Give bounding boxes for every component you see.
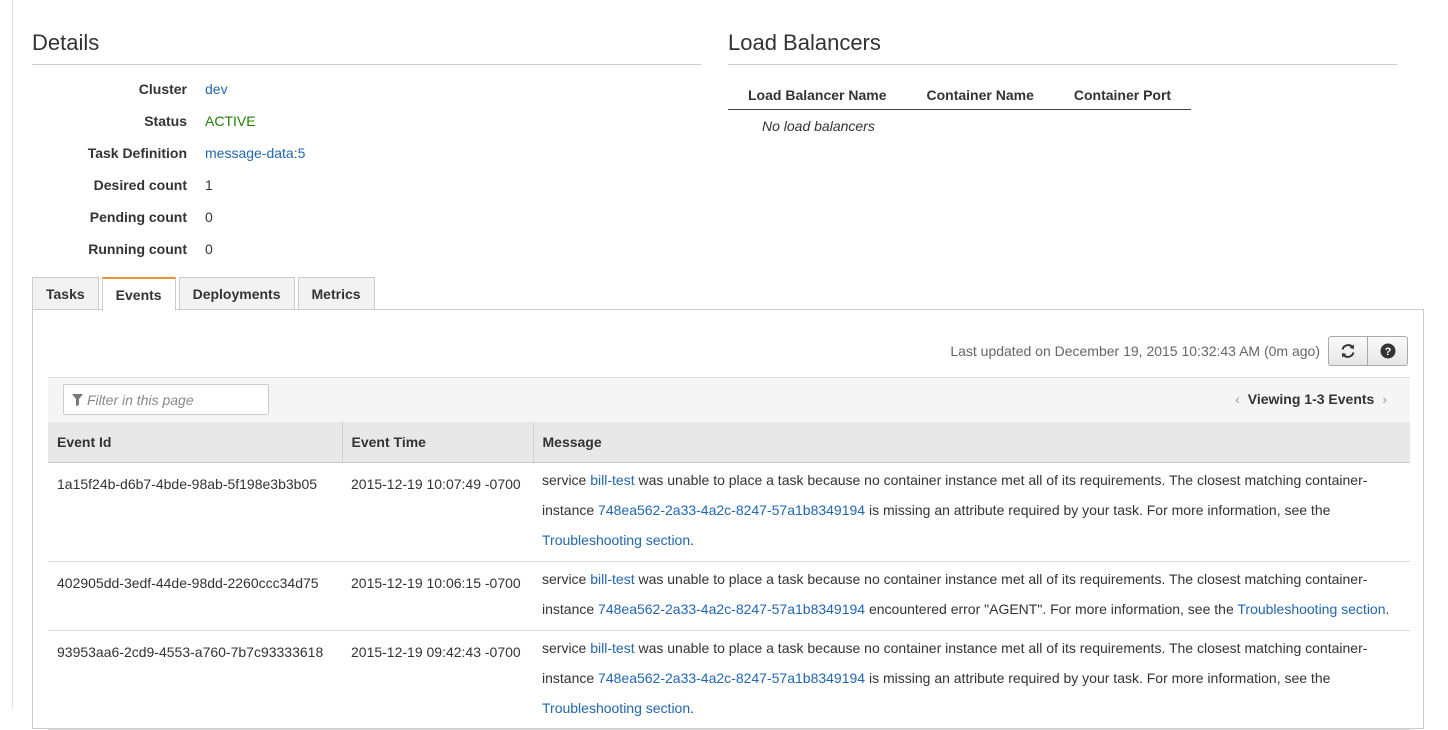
load-balancers-table: Load Balancer Name Container Name Contai…: [728, 73, 1192, 134]
column-header-message[interactable]: Message: [533, 422, 1410, 463]
message-text: .: [1385, 600, 1390, 617]
column-header: Load Balancer Name: [728, 73, 907, 110]
message-text: service: [542, 639, 591, 656]
tab-bar: Tasks Events Deployments Metrics: [32, 277, 378, 311]
load-balancers-section: Load Balancers Load Balancer Name Contai…: [728, 28, 1397, 134]
message-text: .: [690, 699, 695, 716]
pager-text: Viewing 1-3 Events: [1247, 391, 1375, 407]
message-text: service: [542, 570, 591, 587]
container-instance-link[interactable]: 748ea562-2a33-4a2c-8247-57a1b8349194: [598, 670, 865, 686]
column-header: Container Name: [906, 73, 1054, 110]
message-text: service: [542, 471, 591, 488]
event-time-cell: 2015-12-19 10:07:49 -0700: [342, 462, 533, 562]
tab-events[interactable]: Events: [101, 277, 176, 311]
filter-icon: [72, 393, 83, 406]
detail-label: Pending count: [89, 209, 187, 225]
status-badge: ACTIVE: [205, 113, 256, 129]
detail-label: Running count: [88, 241, 187, 257]
desired-count-value: 1: [205, 177, 213, 193]
event-message-cell: service bill-test was unable to place a …: [533, 630, 1410, 730]
tab-tasks[interactable]: Tasks: [32, 277, 99, 310]
help-icon: ?: [1380, 343, 1395, 359]
grid-toolbar: ‹ Viewing 1-3 Events ›: [48, 377, 1410, 422]
detail-row-task-definition: Task Definition message-data:5: [32, 137, 701, 169]
message-text: is missing an attribute required by your…: [865, 501, 1331, 518]
column-header-event-time[interactable]: Event Time: [342, 422, 534, 463]
event-id-cell: 1a15f24b-d6b7-4bde-98ab-5f198e3b3b05: [48, 462, 342, 562]
event-time-cell: 2015-12-19 09:42:43 -0700: [342, 630, 533, 730]
detail-label: Task Definition: [87, 145, 187, 161]
refresh-button[interactable]: [1328, 336, 1368, 366]
load-balancers-title: Load Balancers: [728, 28, 1397, 65]
troubleshooting-link[interactable]: Troubleshooting section: [542, 532, 690, 548]
event-message-cell: service bill-test was unable to place a …: [533, 462, 1410, 562]
filter-input[interactable]: [83, 390, 253, 409]
column-header-event-id[interactable]: Event Id: [48, 422, 343, 463]
details-title: Details: [32, 28, 701, 65]
cluster-link[interactable]: dev: [205, 81, 228, 97]
column-header: Container Port: [1053, 73, 1192, 110]
page-left-border: [12, 0, 13, 709]
running-count-value: 0: [205, 241, 213, 257]
no-load-balancers-text: No load balancers: [762, 118, 875, 134]
detail-row-cluster: Cluster dev: [32, 73, 701, 105]
help-button[interactable]: ?: [1368, 336, 1408, 366]
pager: ‹ Viewing 1-3 Events ›: [1227, 391, 1395, 407]
task-definition-link[interactable]: message-data:5: [205, 145, 305, 161]
next-page-icon[interactable]: ›: [1374, 391, 1395, 407]
service-link[interactable]: bill-test: [590, 571, 634, 587]
event-time-cell: 2015-12-19 10:06:15 -0700: [342, 561, 533, 631]
panel-actions: ?: [1328, 336, 1408, 366]
troubleshooting-link[interactable]: Troubleshooting section: [542, 700, 690, 716]
details-section: Details Cluster dev Status ACTIVE Task D…: [32, 28, 701, 265]
tab-metrics[interactable]: Metrics: [297, 277, 375, 310]
events-panel: Last updated on December 19, 2015 10:32:…: [32, 309, 1424, 730]
detail-label: Cluster: [138, 81, 187, 97]
event-message-cell: service bill-test was unable to place a …: [533, 561, 1410, 631]
filter-box[interactable]: [63, 384, 269, 415]
pending-count-value: 0: [205, 209, 213, 225]
troubleshooting-link[interactable]: Troubleshooting section: [1237, 601, 1385, 617]
tab-deployments[interactable]: Deployments: [178, 277, 295, 310]
event-id-cell: 93953aa6-2cd9-4553-a760-7b7c93333618: [48, 630, 342, 730]
events-table: Event Id Event Time Message 1a15f24b-d6b…: [48, 422, 1410, 730]
detail-label: Status: [144, 113, 187, 129]
table-row: 1a15f24b-d6b7-4bde-98ab-5f198e3b3b05 201…: [48, 462, 1410, 562]
container-instance-link[interactable]: 748ea562-2a33-4a2c-8247-57a1b8349194: [598, 502, 865, 518]
previous-page-icon[interactable]: ‹: [1227, 391, 1248, 407]
events-grid: ‹ Viewing 1-3 Events › Event Id Event Ti…: [48, 377, 1410, 730]
table-row: 402905dd-3edf-44de-98dd-2260ccc34d75 201…: [48, 561, 1410, 631]
service-link[interactable]: bill-test: [590, 640, 634, 656]
detail-row-running-count: Running count 0: [32, 233, 701, 265]
message-text: is missing an attribute required by your…: [865, 669, 1331, 686]
message-text: .: [690, 531, 695, 548]
container-instance-link[interactable]: 748ea562-2a33-4a2c-8247-57a1b8349194: [598, 601, 865, 617]
last-updated-text: Last updated on December 19, 2015 10:32:…: [950, 343, 1320, 359]
detail-row-pending-count: Pending count 0: [32, 201, 701, 233]
event-id-cell: 402905dd-3edf-44de-98dd-2260ccc34d75: [48, 561, 342, 631]
table-row: 93953aa6-2cd9-4553-a760-7b7c93333618 201…: [48, 630, 1410, 730]
svg-text:?: ?: [1384, 346, 1391, 358]
detail-label: Desired count: [93, 177, 187, 193]
detail-row-status: Status ACTIVE: [32, 105, 701, 137]
refresh-icon: [1341, 344, 1355, 358]
detail-row-desired-count: Desired count 1: [32, 169, 701, 201]
service-link[interactable]: bill-test: [590, 472, 634, 488]
message-text: encountered error "AGENT". For more info…: [865, 600, 1238, 617]
details-list: Cluster dev Status ACTIVE Task Definitio…: [32, 73, 701, 265]
refresh-bar: Last updated on December 19, 2015 10:32:…: [950, 336, 1408, 366]
